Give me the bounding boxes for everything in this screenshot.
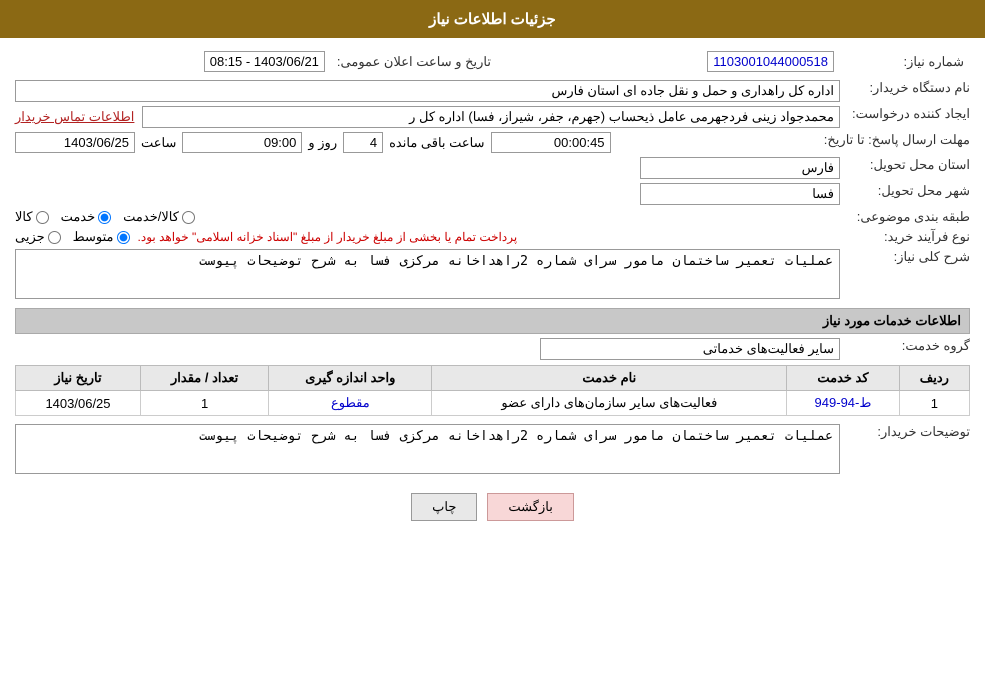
cell-unit: مقطوع (269, 391, 432, 416)
col-unit: واحد اندازه گیری (269, 366, 432, 391)
process-note: پرداخت تمام یا بخشی از مبلغ خریدار از مب… (138, 230, 518, 244)
deadline-remaining: 00:00:45 (491, 132, 611, 153)
page-title: جزئیات اطلاعات نیاز (0, 0, 985, 38)
category-kala-radio[interactable]: کالا (15, 209, 49, 225)
cell-date: 1403/06/25 (16, 391, 141, 416)
col-count: تعداد / مقدار (141, 366, 269, 391)
cell-count: 1 (141, 391, 269, 416)
category-kala-khedmat-label: کالا/خدمت (123, 209, 179, 225)
announce-datetime-value: 1403/06/21 - 08:15 (204, 51, 325, 72)
print-button[interactable]: چاپ (411, 493, 477, 521)
col-code: کد خدمت (787, 366, 899, 391)
table-row: 1 ط-94-949 فعالیت‌های سایر سازمان‌های دا… (16, 391, 970, 416)
deadline-days-label: روز و (308, 135, 337, 151)
col-row: ردیف (899, 366, 969, 391)
deadline-time: 09:00 (182, 132, 302, 153)
services-table: ردیف کد خدمت نام خدمت واحد اندازه گیری ت… (15, 365, 970, 416)
city-label: شهر محل تحویل: (840, 183, 970, 199)
creator-label: ایجاد کننده درخواست: (840, 106, 970, 122)
org-name-label: نام دستگاه خریدار: (840, 80, 970, 96)
process-motavasset-radio[interactable]: متوسط (73, 229, 130, 245)
creator-link[interactable]: اطلاعات تماس خریدار (15, 109, 134, 125)
category-khedmat-radio[interactable]: خدمت (61, 209, 112, 225)
deadline-days: 4 (343, 132, 383, 153)
announce-datetime-label: تاریخ و ساعت اعلان عمومی: (331, 48, 511, 75)
process-label: نوع فرآیند خرید: (840, 229, 970, 245)
province-value: فارس (640, 157, 840, 179)
deadline-date: 1403/06/25 (15, 132, 135, 153)
process-motavasset-label: متوسط (73, 229, 114, 245)
process-jozi-label: جزیی (15, 229, 45, 245)
description-value (15, 249, 840, 299)
need-number-label: شماره نیاز: (840, 48, 970, 75)
cell-code: ط-94-949 (787, 391, 899, 416)
category-khedmat-label: خدمت (61, 209, 96, 225)
org-name-value: اداره کل راهداری و حمل و نقل جاده ای است… (15, 80, 840, 102)
back-button[interactable]: بازگشت (487, 493, 573, 521)
cell-row: 1 (899, 391, 969, 416)
buyer-desc-value (15, 424, 840, 474)
category-kala-label: کالا (15, 209, 33, 225)
description-label: شرح کلی نیاز: (840, 249, 970, 265)
province-label: استان محل تحویل: (840, 157, 970, 173)
creator-value: محمدجواد زینی فردجهرمی عامل ذیحساب (جهرم… (142, 106, 840, 128)
buyer-desc-label: توضیحات خریدار: (840, 424, 970, 440)
col-date: تاریخ نیاز (16, 366, 141, 391)
category-kala-khedmat-radio[interactable]: کالا/خدمت (123, 209, 195, 225)
service-info-header: اطلاعات خدمات مورد نیاز (15, 308, 970, 334)
category-label: طبقه بندی موضوعی: (840, 209, 970, 225)
deadline-label: مهلت ارسال پاسخ: تا تاریخ: (818, 132, 970, 148)
action-buttons: بازگشت چاپ (15, 481, 970, 533)
deadline-time-label: ساعت (141, 135, 176, 151)
process-jozi-radio[interactable]: جزیی (15, 229, 61, 245)
deadline-remaining-label: ساعت باقی مانده (389, 135, 484, 151)
need-number-value: 1103001044000518 (707, 51, 834, 72)
cell-name: فعالیت‌های سایر سازمان‌های دارای عضو (432, 391, 787, 416)
city-value: فسا (640, 183, 840, 205)
service-group-value: سایر فعالیت‌های خدماتی (540, 338, 840, 360)
col-name: نام خدمت (432, 366, 787, 391)
service-group-label: گروه خدمت: (840, 338, 970, 354)
